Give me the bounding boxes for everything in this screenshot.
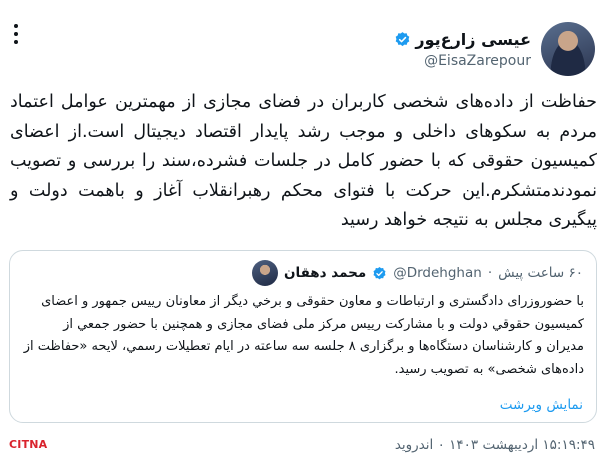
tweet-timestamp[interactable]: ۱۵:۱۹:۴۹ اردیبهشت ۱۴۰۳ ۰ اندروید: [395, 437, 595, 453]
verified-badge-icon: [373, 266, 386, 279]
quote-text: با حضوروزرای دادگستری و ارتباطات و معاون…: [23, 294, 584, 377]
quote-separator: ·: [487, 265, 493, 281]
citna-watermark-logo: CITNA: [9, 438, 48, 451]
author-avatar[interactable]: [541, 22, 595, 76]
quoted-tweet[interactable]: محمد دهقان @Drdehghan · ۶۰ ساعت پیش با ح…: [9, 250, 597, 423]
quote-time: ۶۰ ساعت پیش: [498, 265, 583, 281]
author-name[interactable]: عیسی زارع‌پور: [415, 30, 531, 49]
more-options-icon[interactable]: [10, 24, 22, 44]
tweet-author[interactable]: عیسی زارع‌پور @EisaZarepour: [394, 22, 595, 76]
author-name-row: عیسی زارع‌پور: [394, 30, 531, 49]
tweet-card: عیسی زارع‌پور @EisaZarepour حفاظت از داد…: [0, 0, 611, 459]
verified-badge-icon: [396, 31, 410, 46]
quote-author-avatar[interactable]: [251, 260, 278, 286]
quote-author-handle[interactable]: @Drdehghan: [393, 265, 482, 281]
quote-author-name[interactable]: محمد دهقان: [284, 265, 366, 281]
tweet-text: حفاظت از داده‌های شخصی کاربران در فضای م…: [10, 92, 597, 230]
quote-header: محمد دهقان @Drdehghan · ۶۰ ساعت پیش: [251, 260, 583, 286]
show-more-link[interactable]: نمایش ویرشت: [500, 397, 583, 413]
author-handle[interactable]: @EisaZarepour: [394, 53, 531, 69]
author-info: عیسی زارع‌پور @EisaZarepour: [394, 30, 531, 69]
